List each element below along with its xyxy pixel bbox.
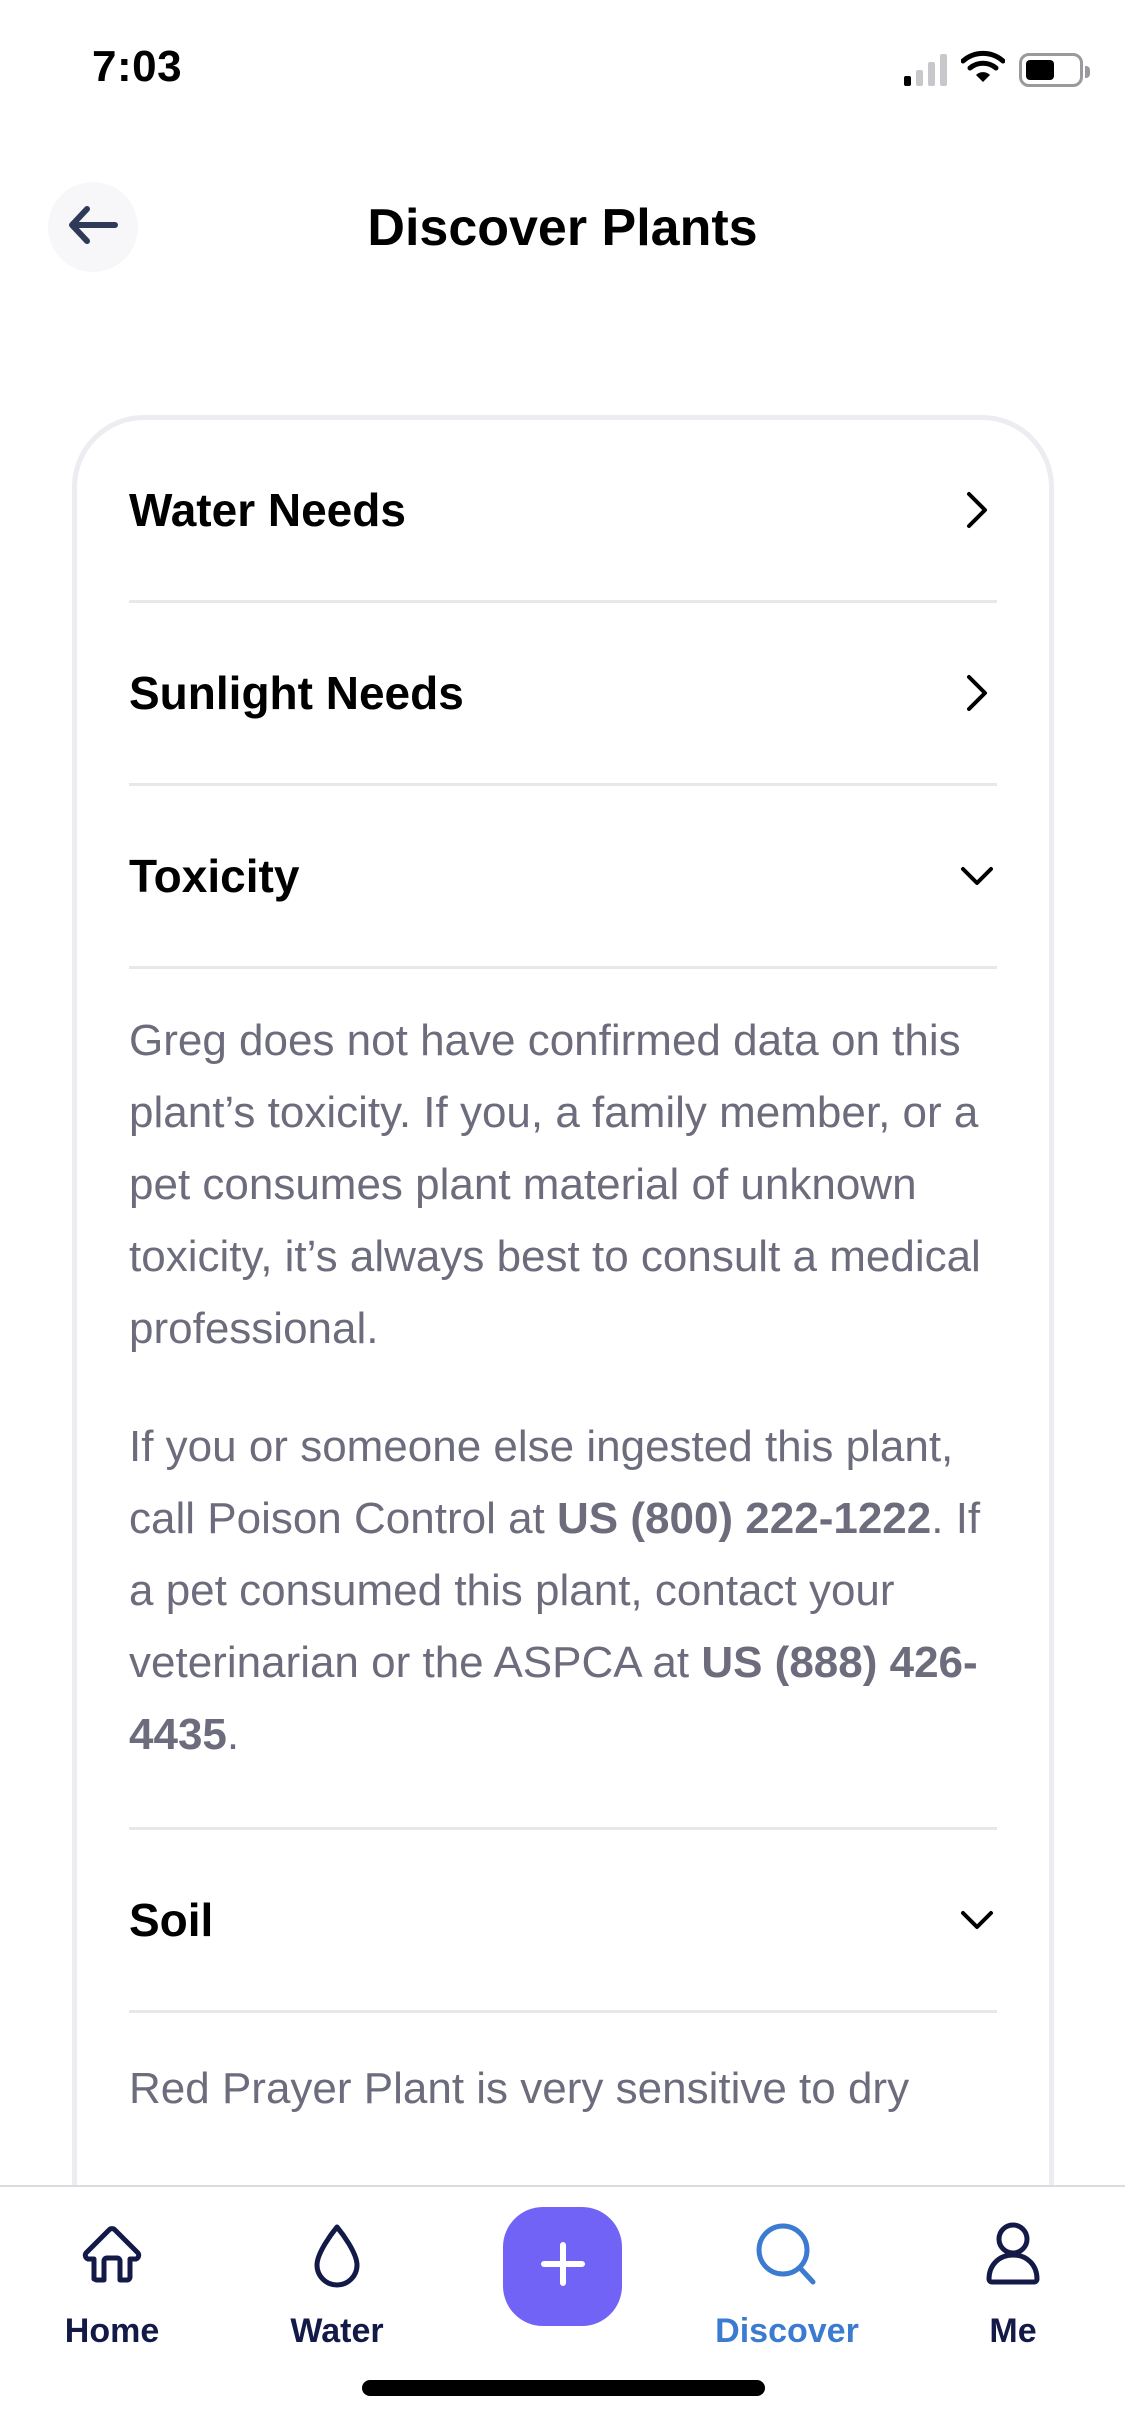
section-soil[interactable]: Soil: [129, 1830, 997, 2013]
chevron-right-icon: [957, 673, 997, 713]
section-water-needs[interactable]: Water Needs: [129, 420, 997, 603]
section-label: Water Needs: [129, 484, 406, 536]
cellular-signal-icon: [904, 53, 947, 86]
status-bar: 7:03: [0, 0, 1125, 132]
poison-control-phone[interactable]: US (800) 222-1222: [557, 1494, 931, 1543]
tab-discover[interactable]: Discover: [707, 2217, 867, 2351]
wifi-icon: [960, 50, 1006, 89]
status-time: 7:03: [92, 42, 183, 91]
nav-header: Discover Plants: [0, 170, 1125, 290]
section-label: Soil: [129, 1894, 214, 1946]
toxicity-body: Greg does not have confirmed data on thi…: [129, 969, 997, 1830]
water-drop-icon: [299, 2217, 375, 2298]
discover-plants-screen: FAQs Water Needs Sunlight Needs Toxicity: [0, 0, 1125, 2436]
text-span: .: [226, 1710, 240, 1759]
section-toxicity[interactable]: Toxicity: [129, 786, 997, 969]
section-sunlight-needs[interactable]: Sunlight Needs: [129, 603, 997, 786]
chevron-right-icon: [957, 490, 997, 530]
tab-water[interactable]: Water: [257, 2217, 417, 2351]
section-label: Sunlight Needs: [129, 667, 464, 719]
tab-label: Home: [64, 2312, 160, 2350]
section-label: Toxicity: [129, 850, 300, 902]
person-icon: [975, 2217, 1051, 2298]
toxicity-paragraph-1: Greg does not have confirmed data on thi…: [129, 1016, 981, 1353]
plant-care-card: Water Needs Sunlight Needs Toxicity Greg…: [72, 415, 1054, 2186]
tab-label: Discover: [715, 2312, 859, 2350]
toxicity-paragraph-2: If you or someone else ingested this pla…: [129, 1365, 997, 1771]
search-icon: [749, 2217, 825, 2298]
chevron-down-icon: [957, 856, 997, 896]
tab-label: Me: [989, 2312, 1037, 2350]
page-title: Discover Plants: [367, 199, 758, 257]
chevron-down-icon: [957, 1900, 997, 1940]
battery-icon: [1019, 52, 1090, 87]
home-icon: [74, 2217, 150, 2298]
tab-bar: Home Water Discover Me: [0, 2185, 1125, 2436]
tab-label: Water: [290, 2312, 384, 2350]
status-icons: [904, 50, 1090, 89]
add-plant-button[interactable]: [503, 2207, 622, 2326]
plus-icon: [538, 2239, 588, 2294]
scroll-content[interactable]: FAQs Water Needs Sunlight Needs Toxicity: [0, 0, 1125, 2186]
tab-home[interactable]: Home: [32, 2217, 192, 2351]
home-indicator[interactable]: [362, 2380, 765, 2396]
tab-me[interactable]: Me: [933, 2217, 1093, 2351]
soil-paragraph: Red Prayer Plant is very sensitive to dr…: [129, 2064, 910, 2113]
